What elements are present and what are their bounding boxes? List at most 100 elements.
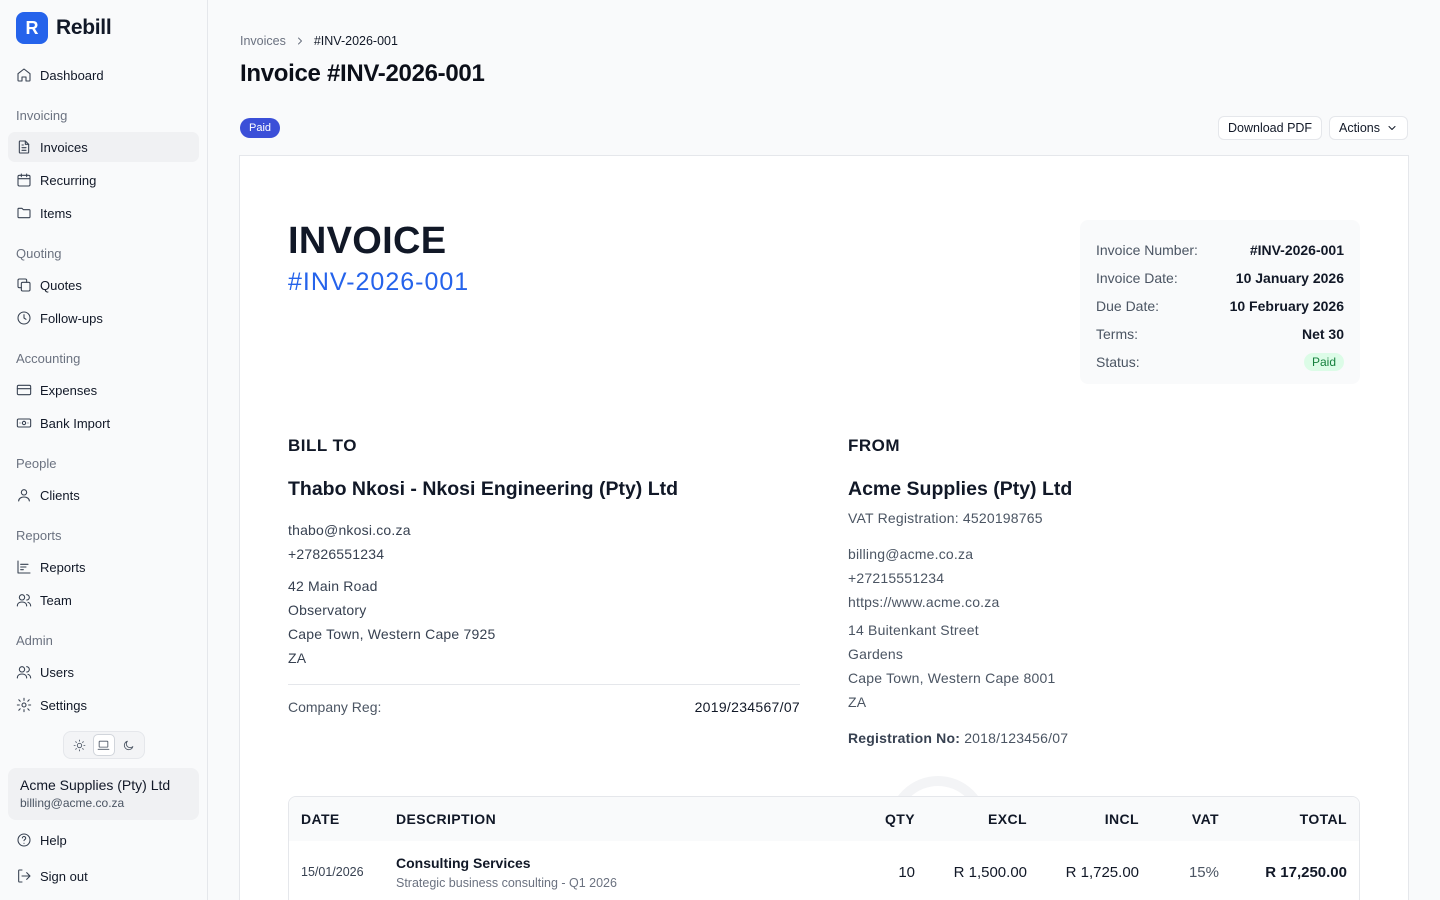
column-header-incl: INCL [1104,811,1139,827]
column-header-vat: VAT [1191,811,1219,827]
meta-row-terms: Terms: Net 30 [1096,320,1344,348]
sidebar-item-label: Bank Import [40,415,111,431]
row-excl: R 1,500.00 [953,864,1027,881]
from-country: ZA [848,694,867,710]
from-name: Acme Supplies (Pty) Ltd [848,478,1073,500]
brand-logo: R [16,12,48,44]
gear-icon [16,697,32,713]
invoice-document: INVOICE #INV-2026-001 Invoice Number: #I… [239,155,1409,900]
bill-to-name: Thabo Nkosi - Nkosi Engineering (Pty) Lt… [288,478,679,500]
meta-row-status: Status: Paid [1096,348,1344,376]
organization-email: billing@acme.co.za [20,796,125,810]
download-pdf-button[interactable]: Download PDF [1218,116,1323,140]
from-vat: VAT Registration: 4520198765 [848,510,1043,526]
log-out-icon [18,869,31,883]
laptop-icon [98,740,110,750]
sidebar-item-quotes[interactable]: Quotes [8,270,199,300]
copy-icon [17,278,31,292]
theme-toggle [63,731,145,759]
column-header-date: DATE [301,811,340,827]
credit-card-icon [16,384,32,396]
sidebar-item-followups[interactable]: Follow-ups [8,303,199,333]
sidebar-item-label: Dashboard [40,67,104,83]
bill-to-email[interactable]: thabo@nkosi.co.za [288,522,411,538]
sidebar-item-team[interactable]: Team [8,585,199,615]
sidebar-item-users[interactable]: Users [8,657,199,687]
theme-light-button[interactable] [68,734,90,756]
row-total: R 17,250.00 [1265,864,1347,881]
clock-icon [17,311,31,325]
invoice-number: #INV-2026-001 [288,268,470,296]
organization-card[interactable]: Acme Supplies (Pty) Ltd billing@acme.co.… [8,768,199,820]
sidebar-item-sign-out[interactable]: Sign out [8,861,199,891]
divider [288,684,800,685]
sidebar-item-bank-import[interactable]: Bank Import [8,408,199,438]
sidebar-section-accounting: Accounting [16,351,81,366]
users-icon [16,666,32,679]
sidebar-item-label: Clients [40,487,80,503]
folder-icon [17,207,31,219]
sidebar-item-label: Help [40,832,67,848]
row-title: Consulting Services [396,855,531,871]
status-badge: Paid [240,118,281,138]
from-registration: Registration No: 2018/123456/07 [848,730,1068,746]
brand[interactable]: R Rebill [16,12,112,44]
from-registration-value: 2018/123456/07 [964,730,1069,746]
sidebar-item-dashboard[interactable]: Dashboard [8,60,199,90]
calendar-icon [17,173,31,187]
column-header-excl: EXCL [988,811,1027,827]
row-vat: 15% [1188,864,1219,881]
theme-system-button[interactable] [92,734,115,756]
status-badge: Paid [1303,353,1344,371]
meta-row-number: Invoice Number: #INV-2026-001 [1096,236,1344,264]
chevron-down-icon [1388,126,1396,130]
from-registration-label: Registration No: [848,730,961,746]
sidebar-item-expenses[interactable]: Expenses [8,375,199,405]
breadcrumb-invoices-link[interactable]: Invoices [240,34,286,48]
sidebar-section-people: People [16,456,57,471]
sidebar-item-reports[interactable]: Reports [8,552,199,582]
meta-label: Invoice Number: [1096,242,1198,258]
sidebar-item-invoices[interactable]: Invoices [8,132,199,162]
meta-label: Terms: [1096,326,1138,342]
from-title: FROM [848,436,901,455]
page-title: Invoice #INV-2026-001 [240,60,485,87]
sidebar-item-help[interactable]: Help [8,825,199,855]
theme-dark-button[interactable] [118,734,140,756]
actions-button[interactable]: Actions [1329,116,1408,140]
organization-name: Acme Supplies (Pty) Ltd [20,777,171,793]
company-reg-label: Company Reg: [288,699,382,715]
bar-chart-icon [17,560,31,574]
sidebar-item-recurring[interactable]: Recurring [8,165,199,195]
breadcrumb-current: #INV-2026-001 [313,34,398,48]
sidebar-section-reports: Reports [16,528,62,543]
sidebar-item-items[interactable]: Items [8,198,199,228]
meta-label: Status: [1096,354,1140,370]
sidebar-item-label: Follow-ups [40,310,103,326]
meta-value: Net 30 [1301,326,1344,342]
sidebar: R Rebill Dashboard Invoicing Invoices Re… [0,0,208,900]
from-address3: Cape Town, Western Cape 8001 [848,670,1056,686]
sidebar-item-label: Team [40,592,72,608]
meta-value: 10 January 2026 [1235,270,1344,286]
sidebar-item-label: Sign out [40,868,88,884]
sidebar-item-clients[interactable]: Clients [8,480,199,510]
sidebar-item-label: Invoices [40,139,88,155]
sun-icon [73,739,86,751]
bill-to-country: ZA [288,650,307,666]
company-reg-value: 2019/234567/07 [694,699,800,715]
from-email[interactable]: billing@acme.co.za [848,546,973,562]
sidebar-section-admin: Admin [16,633,53,648]
from-website[interactable]: https://www.acme.co.za [848,594,999,610]
chevron-right-icon [294,35,306,47]
column-header-description: DESCRIPTION [396,811,497,827]
bill-to-address2: Observatory [288,602,367,618]
line-items-table: DATE DESCRIPTION QTY EXCL INCL VAT TOTAL… [288,796,1360,900]
row-incl: R 1,725.00 [1065,864,1139,881]
sidebar-item-label: Reports [40,559,86,575]
from-phone: +27215551234 [848,570,945,586]
sidebar-item-label: Expenses [40,382,98,398]
table-row: 15/01/2026 Consulting Services Strategic… [289,841,1359,900]
sidebar-item-label: Settings [40,697,87,713]
sidebar-item-settings[interactable]: Settings [8,690,199,720]
